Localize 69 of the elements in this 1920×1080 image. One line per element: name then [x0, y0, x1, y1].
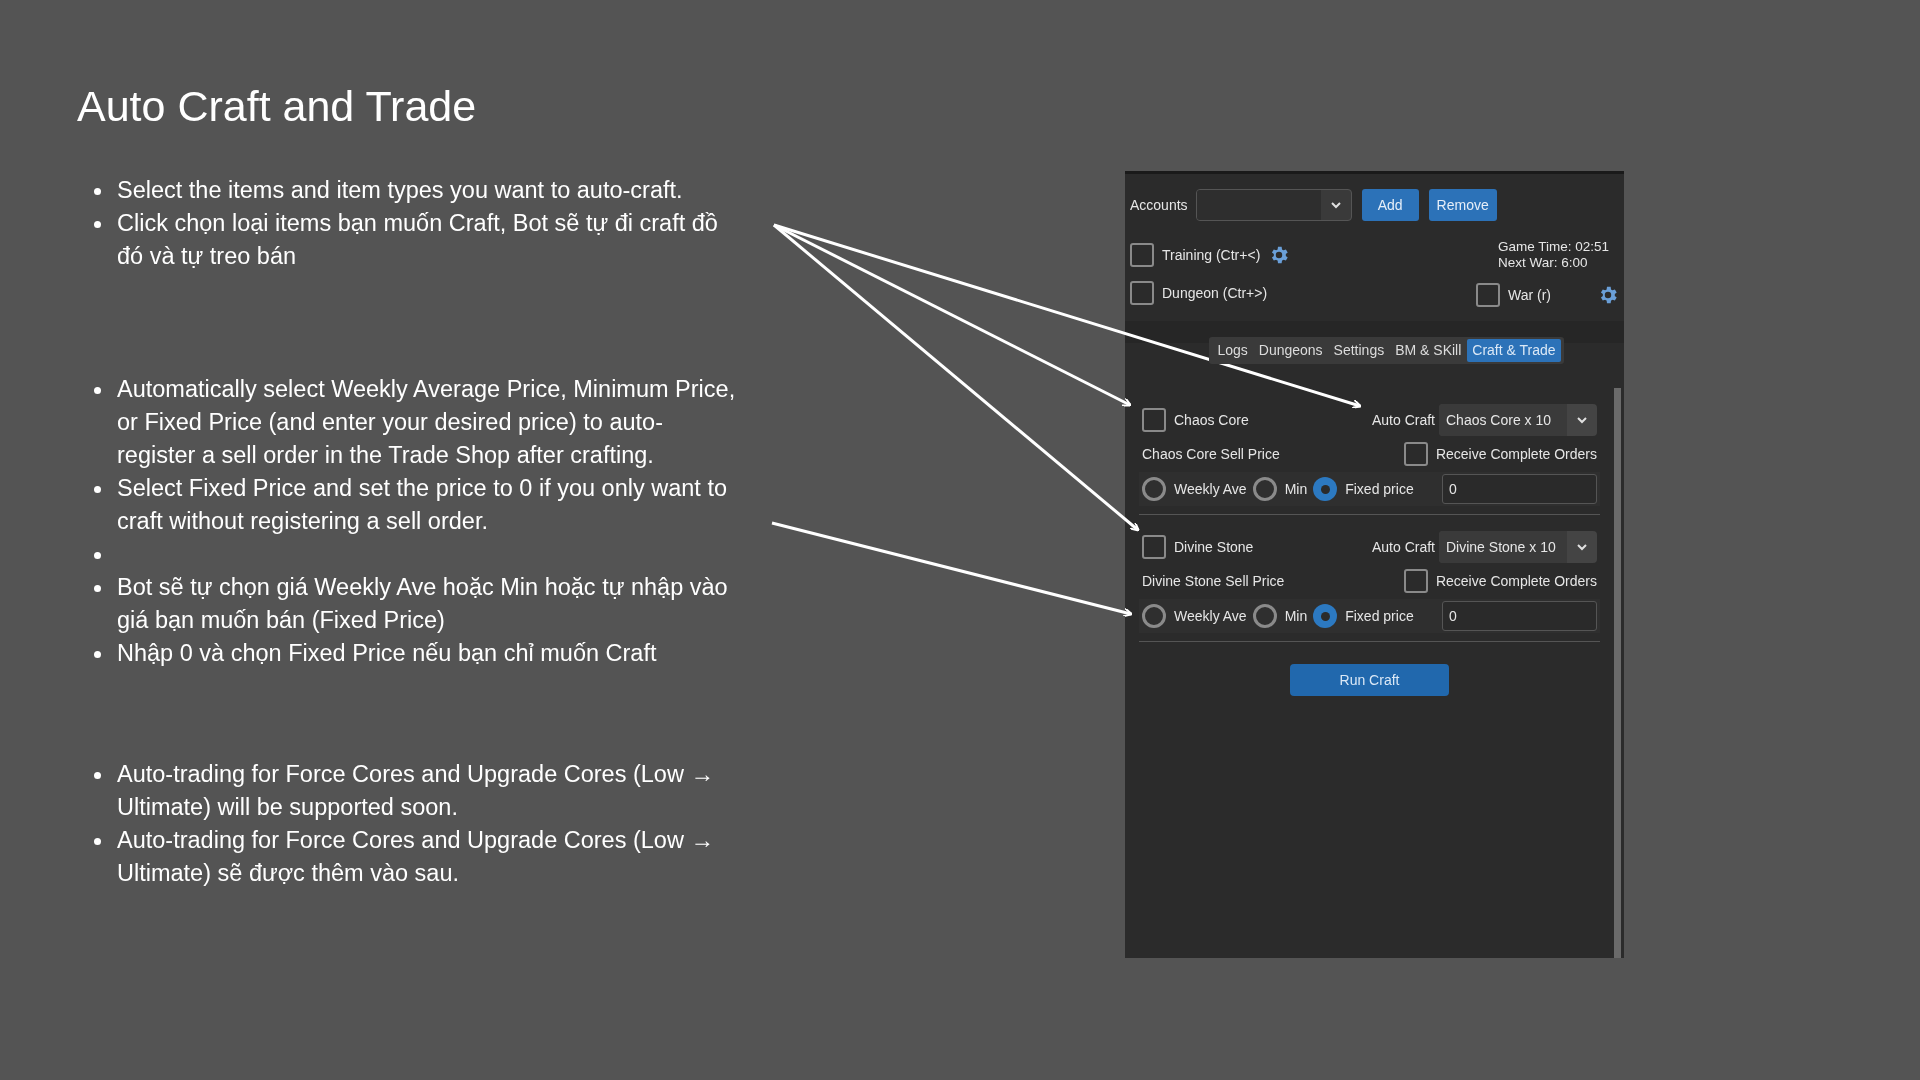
sell-price-label: Divine Stone Sell Price	[1142, 571, 1285, 591]
radio-button[interactable]	[1252, 477, 1277, 501]
bullet-icon	[94, 187, 101, 195]
tab[interactable]: Logs	[1212, 339, 1253, 362]
receive-orders-label: Receive Complete Orders	[1435, 571, 1597, 591]
bullet-text: Automatically select Weekly Average Price, Minimum Price, or Fixed Price (and enter your desired price) to auto-register a sell order in the Trade Shop after crafting.	[117, 374, 737, 470]
accounts-label: Accounts	[1130, 195, 1188, 215]
game-time: Game Time: 02:51	[1497, 239, 1609, 255]
radio-button[interactable]	[1313, 477, 1338, 501]
checkbox[interactable]	[1142, 535, 1166, 559]
next-war: Next War: 6:00	[1497, 255, 1589, 271]
auto-craft-label: Auto Craft	[1371, 410, 1435, 430]
bullet-icon	[94, 551, 101, 559]
sell-price-label: Chaos Core Sell Price	[1142, 444, 1280, 464]
radio-label: Min	[1284, 606, 1308, 626]
caret-icon	[1329, 201, 1342, 209]
bullet-text: Nhập 0 và chọn Fixed Price nếu bạn chỉ muốn Craft	[117, 638, 657, 668]
bullet-icon	[94, 650, 101, 658]
price-field[interactable]: 0	[1442, 601, 1597, 631]
checkbox[interactable]	[1130, 243, 1154, 267]
checkbox[interactable]	[1403, 569, 1428, 593]
remove-button[interactable]: Remove	[1428, 189, 1497, 221]
auto-craft-label: Auto Craft	[1371, 537, 1435, 557]
bullet-icon	[94, 485, 101, 493]
radio-label: Fixed price	[1345, 479, 1414, 499]
receive-orders-label: Receive Complete Orders	[1435, 444, 1597, 464]
radio-label: Weekly Ave	[1174, 479, 1247, 499]
bullet-icon	[94, 837, 101, 845]
radio-button[interactable]	[1142, 604, 1166, 628]
caret-icon	[1576, 416, 1588, 424]
tab[interactable]: Dungeons	[1253, 339, 1328, 362]
radio-label: Min	[1284, 479, 1308, 499]
training-label: Training (Ctr+<)	[1162, 245, 1261, 265]
dropdown-value: Divine Stone x 10	[1439, 531, 1567, 563]
radio-button[interactable]	[1313, 604, 1338, 628]
bullet-text: Select the items and item types you want to auto-craft.	[117, 175, 683, 205]
checkbox[interactable]	[1130, 281, 1154, 305]
tab[interactable]: Settings	[1328, 339, 1390, 362]
radio-label: Fixed price	[1345, 606, 1414, 626]
item-label: Divine Stone	[1174, 537, 1254, 557]
scrollbar[interactable]	[1614, 388, 1621, 958]
bullet-text: Auto-trading for Force Cores and Upgrade Cores (Low → Ultimate) sẽ được thêm vào sau.	[117, 825, 715, 888]
price-field[interactable]: 0	[1442, 474, 1597, 504]
bullet-icon	[94, 386, 101, 394]
bullet-text: Select Fixed Price and set the price to 0 if you only want to craft without registering a sell order.	[117, 473, 728, 536]
checkbox[interactable]	[1475, 283, 1500, 307]
radio-label: Weekly Ave	[1174, 606, 1247, 626]
bullet-text: Bot sẽ tự chọn giá Weekly Ave hoặc Min hoặc tự nhập vào giá bạn muốn bán (Fixed Price)	[117, 572, 729, 635]
bullet-icon	[94, 584, 101, 592]
caret-icon	[1576, 543, 1588, 551]
auto-craft-dropdown[interactable]: Chaos Core x 10	[1439, 404, 1597, 436]
tab[interactable]: Craft & Trade	[1467, 339, 1561, 362]
dungeon-label: Dungeon (Ctr+>)	[1162, 283, 1268, 303]
slide-title: Auto Craft and Trade	[77, 81, 477, 132]
dropdown-value: Chaos Core x 10	[1439, 404, 1567, 436]
radio-button[interactable]	[1252, 604, 1277, 628]
bullet-text: Auto-trading for Force Cores and Upgrade Cores (Low → Ultimate) will be supported soon.	[117, 759, 715, 822]
add-button[interactable]: Add	[1361, 189, 1419, 221]
bullet-icon	[94, 771, 101, 779]
bullet-icon	[94, 220, 101, 228]
bullet-text: Click chọn loại items bạn muốn Craft, Bot sẽ tự đi craft đồ đó và tự treo bán	[117, 208, 719, 271]
tab[interactable]: BM & SKill	[1390, 339, 1467, 362]
run-craft-button[interactable]: Run Craft	[1290, 664, 1449, 696]
checkbox[interactable]	[1142, 408, 1166, 432]
checkbox[interactable]	[1403, 442, 1428, 466]
radio-button[interactable]	[1142, 477, 1166, 501]
auto-craft-dropdown[interactable]: Divine Stone x 10	[1439, 531, 1597, 563]
item-label: Chaos Core	[1174, 410, 1249, 430]
war-label: War (r)	[1507, 285, 1551, 305]
